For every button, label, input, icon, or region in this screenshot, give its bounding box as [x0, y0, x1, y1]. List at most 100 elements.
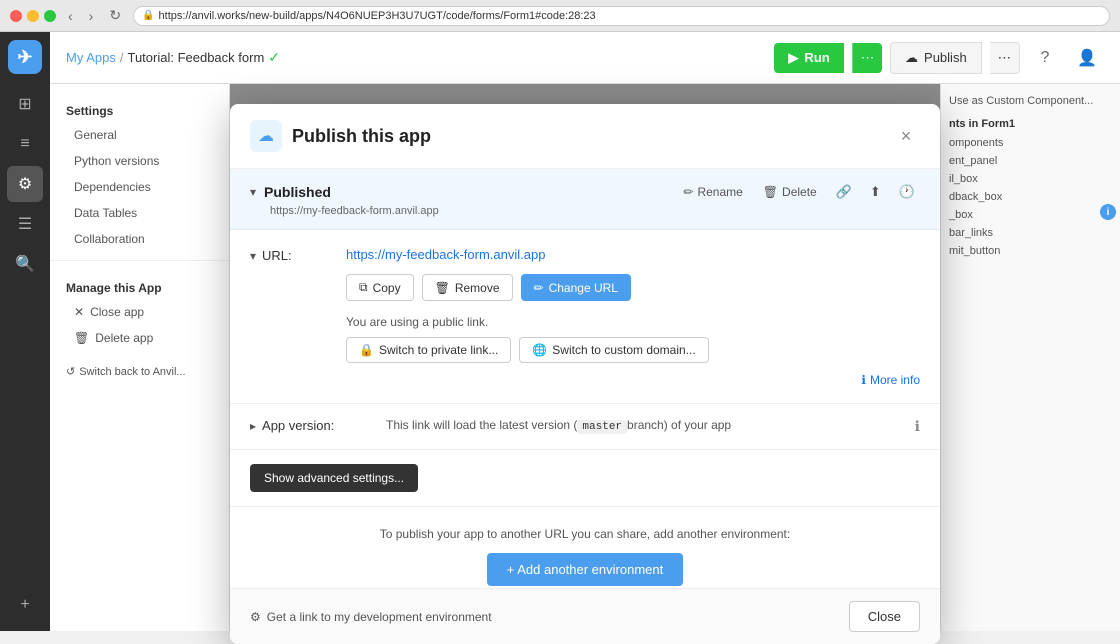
switch-private-label: Switch to private link...	[379, 343, 498, 357]
deps-label: Dependencies	[74, 180, 151, 194]
dev-link-label: Get a link to my development environment	[267, 610, 492, 624]
modal-body: ▾ Published ✏ Rename 🗑	[230, 169, 940, 588]
sidebar-item-settings[interactable]: ⚙	[7, 166, 43, 202]
publish-button[interactable]: ☁ Publish	[890, 42, 982, 74]
version-text-before: This link will load the latest version (	[386, 418, 577, 432]
panel-item-general[interactable]: General	[50, 122, 229, 148]
published-actions: ✏ Rename 🗑 Delete 🔗 ⬆	[677, 181, 920, 203]
switch-back-label: Switch back to Anvil...	[79, 366, 185, 378]
version-chevron[interactable]: ▸	[250, 419, 256, 433]
delete-button[interactable]: 🗑 Delete	[757, 182, 823, 202]
help-button[interactable]: ?	[1028, 41, 1062, 75]
sidebar-item-search[interactable]: 🔍	[7, 246, 43, 282]
browser-max-btn[interactable]	[44, 10, 56, 22]
right-panel-submit-button[interactable]: mit_button	[949, 242, 1112, 260]
panel-item-collab[interactable]: Collaboration	[50, 226, 229, 252]
url-row: ▾ URL: https://my-feedback-form.anvil.ap…	[250, 246, 920, 387]
panel-item-python[interactable]: Python versions	[50, 148, 229, 174]
close-modal-button[interactable]: Close	[849, 601, 920, 632]
top-bar-actions: ▶ Run ⋯ ☁ Publish ⋯ ? 👤	[774, 41, 1104, 75]
modal-cloud-icon: ☁	[250, 120, 282, 152]
rename-button[interactable]: ✏ Rename	[677, 182, 748, 202]
right-panel-fill-box[interactable]: il_box	[949, 170, 1112, 188]
sidebar-bottom: +	[7, 587, 43, 623]
run-button[interactable]: ▶ Run	[774, 43, 843, 73]
change-url-label: Change URL	[549, 281, 618, 295]
main-area: My Apps / Tutorial: Feedback form ✓ ▶ Ru…	[50, 32, 1120, 631]
sidebar-item-add[interactable]: +	[7, 587, 43, 623]
panel-item-data[interactable]: Data Tables	[50, 200, 229, 226]
copy-icon: ⧉	[359, 280, 368, 295]
right-panel-a-box[interactable]: _box	[949, 206, 1112, 224]
use-as-component-item[interactable]: Use as Custom Component...	[949, 92, 1112, 110]
switch-private-button[interactable]: 🔒 Switch to private link...	[346, 337, 511, 363]
publish-more-button[interactable]: ⋯	[990, 42, 1020, 74]
switch-custom-button[interactable]: 🌐 Switch to custom domain...	[519, 337, 708, 363]
browser-back-btn[interactable]: ‹	[64, 6, 77, 26]
ssl-icon: 🔒	[142, 10, 154, 21]
right-panel-content-panel[interactable]: ent_panel	[949, 152, 1112, 170]
published-chevron[interactable]: ▾	[250, 185, 256, 199]
panel-item-delete-app[interactable]: 🗑 Delete app	[50, 325, 229, 351]
version-info-icon[interactable]: ℹ	[915, 418, 920, 435]
history-icon-button[interactable]: 🕐	[894, 181, 920, 203]
sidebar-item-data[interactable]: ≡	[7, 126, 43, 162]
published-header: ▾ Published ✏ Rename 🗑	[250, 181, 920, 203]
dev-link-text: ⚙ Get a link to my development environme…	[250, 610, 492, 624]
run-more-button[interactable]: ⋯	[852, 43, 882, 73]
publish-label: Publish	[924, 50, 967, 65]
switch-back-item[interactable]: ↺ Switch back to Anvil...	[50, 359, 229, 384]
settings-title: Settings	[50, 96, 229, 122]
url-label-col: ▾ URL:	[250, 246, 330, 263]
share-icon-button[interactable]: ⬆	[865, 181, 886, 203]
general-label: General	[74, 128, 117, 142]
change-url-button[interactable]: ✏ Change URL	[521, 274, 631, 301]
breadcrumb-apps[interactable]: My Apps	[66, 50, 116, 65]
app-shell: ✈ ⊞ ≡ ⚙ ☰ 🔍 + My Apps / Tutorial: Feedba…	[0, 32, 1120, 631]
switch-custom-label: Switch to custom domain...	[552, 343, 695, 357]
url-chevron[interactable]: ▾	[250, 249, 256, 263]
browser-forward-btn[interactable]: ›	[85, 6, 98, 26]
sidebar-item-grid[interactable]: ⊞	[7, 86, 43, 122]
sidebar-item-menu[interactable]: ☰	[7, 206, 43, 242]
right-panel-feedback-box[interactable]: dback_box	[949, 188, 1112, 206]
address-bar[interactable]: 🔒 https://anvil.works/new-build/apps/N4O…	[133, 6, 1110, 26]
panel-divider	[50, 260, 229, 261]
link-icon-button[interactable]: 🔗	[831, 181, 857, 203]
add-env-section: To publish your app to another URL you c…	[230, 506, 940, 588]
panel-item-deps[interactable]: Dependencies	[50, 174, 229, 200]
rename-label: Rename	[697, 185, 742, 199]
right-panel-components-item[interactable]: omponents	[949, 134, 1112, 152]
add-env-button[interactable]: + Add another environment	[487, 553, 683, 586]
browser-refresh-btn[interactable]: ↻	[105, 5, 125, 26]
delete-label: Delete	[782, 185, 817, 199]
breadcrumb: My Apps / Tutorial: Feedback form ✓	[66, 49, 280, 66]
right-panel-navbar-links[interactable]: bar_links	[949, 224, 1112, 242]
browser-bar: ‹ › ↻ 🔒 https://anvil.works/new-build/ap…	[0, 0, 1120, 32]
right-panel-use-component: Use as Custom Component...	[949, 92, 1112, 110]
copy-button[interactable]: ⧉ Copy	[346, 274, 414, 301]
url-link[interactable]: https://my-feedback-form.anvil.app	[346, 247, 545, 262]
delete-trash-icon: 🗑	[763, 185, 778, 199]
modal-close-button[interactable]: ×	[892, 122, 920, 150]
delete-app-label: Delete app	[95, 331, 153, 345]
delete-app-icon: 🗑	[74, 331, 89, 345]
url-section: ▾ URL: https://my-feedback-form.anvil.ap…	[230, 230, 940, 404]
browser-close-btn[interactable]	[10, 10, 22, 22]
verified-icon: ✓	[268, 49, 280, 66]
info-badge: i	[1100, 204, 1116, 220]
lock-icon: 🔒	[359, 343, 374, 357]
panel-item-close-app[interactable]: ✕ Close app	[50, 299, 229, 325]
run-label: Run	[804, 50, 829, 65]
browser-min-btn[interactable]	[27, 10, 39, 22]
remove-button[interactable]: 🗑 Remove	[422, 274, 513, 301]
user-button[interactable]: 👤	[1070, 41, 1104, 75]
url-more-info[interactable]: ℹ More info	[346, 373, 920, 387]
app-logo[interactable]: ✈	[8, 40, 42, 74]
version-code: master	[577, 420, 627, 434]
version-text-after: branch) of your app	[627, 418, 731, 432]
manage-section: Manage this App ✕ Close app 🗑 Delete app	[50, 269, 229, 359]
breadcrumb-sep: /	[120, 50, 124, 65]
browser-controls	[10, 10, 56, 22]
advanced-settings-button[interactable]: Show advanced settings...	[250, 464, 418, 492]
